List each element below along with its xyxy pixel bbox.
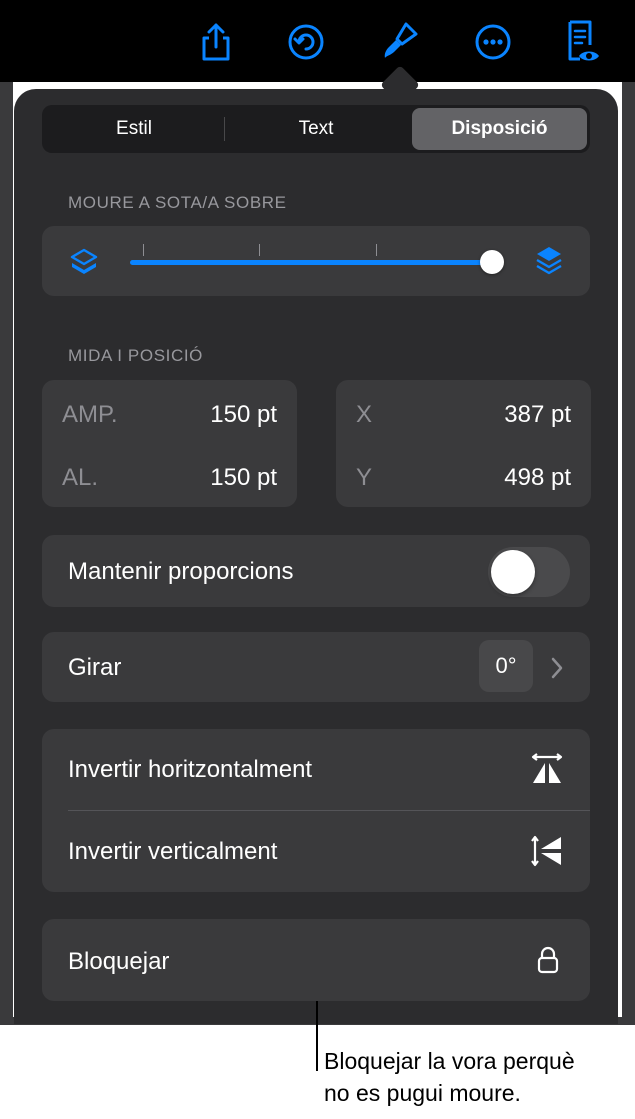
size-position-section-label: MIDA I POSICIÓ: [68, 346, 203, 365]
flip-vertical-icon: [530, 834, 564, 873]
background-gutter-right: [622, 82, 635, 1025]
tab-segmented-control: Estil Text Disposició: [42, 105, 590, 153]
toggle-knob: [491, 550, 535, 594]
reading-view-icon: [562, 19, 602, 65]
arrange-section-label: MOURE A SOTA/A SOBRE: [68, 193, 287, 212]
share-button[interactable]: [194, 18, 238, 66]
width-field[interactable]: 150 pt: [210, 401, 277, 429]
callout-text: Bloquejar la vora perquè no es pugui mou…: [324, 1045, 575, 1109]
rotate-value[interactable]: 0°: [479, 640, 533, 692]
callout-line-2: no es pugui moure.: [324, 1080, 521, 1106]
x-label: X: [356, 401, 373, 428]
rotate-label: Girar: [68, 654, 122, 681]
position-card: X 387 pt Y 498 pt: [336, 380, 591, 507]
share-icon: [198, 21, 234, 63]
undo-icon: [286, 22, 326, 62]
constrain-proportions-label: Mantenir proporcions: [68, 558, 294, 585]
slider-tick: [143, 244, 144, 256]
lock-row[interactable]: Bloquejar: [42, 919, 590, 1001]
tab-style[interactable]: Estil: [45, 108, 223, 150]
slider-track[interactable]: [130, 260, 494, 265]
callout-leader-line: [316, 1001, 318, 1071]
constrain-proportions-toggle[interactable]: [488, 547, 570, 597]
y-field[interactable]: 498 pt: [504, 464, 571, 492]
send-to-back-icon[interactable]: [68, 246, 100, 283]
slider-thumb[interactable]: [480, 250, 504, 274]
constrain-proportions-row: Mantenir proporcions: [42, 535, 590, 607]
toolbar: [0, 0, 635, 82]
flip-horizontal-row[interactable]: Invertir horitzontalment: [42, 729, 590, 810]
flip-vertical-label: Invertir verticalment: [68, 838, 278, 865]
arrange-slider-card: [42, 226, 590, 296]
flip-vertical-row[interactable]: Invertir verticalment: [42, 811, 590, 892]
slider-tick: [376, 244, 377, 256]
tab-divider: [224, 117, 225, 141]
width-label: AMP.: [62, 401, 118, 428]
format-popover: Estil Text Disposició MOURE A SOTA/A SOB…: [14, 89, 618, 1024]
height-field[interactable]: 150 pt: [210, 464, 277, 492]
flip-card: Invertir horitzontalment Invertir vertic…: [42, 729, 590, 892]
slider-tick: [259, 244, 260, 256]
more-icon: [473, 22, 513, 62]
flip-horizontal-icon: [530, 752, 564, 791]
flip-horizontal-label: Invertir horitzontalment: [68, 756, 313, 783]
rotate-row[interactable]: Girar 0°: [42, 632, 590, 702]
callout-line-1: Bloquejar la vora perquè: [324, 1048, 575, 1074]
format-button[interactable]: [378, 18, 422, 66]
undo-button[interactable]: [284, 18, 328, 66]
x-field[interactable]: 387 pt: [504, 401, 571, 429]
lock-icon: [536, 945, 560, 980]
tab-text[interactable]: Text: [226, 108, 406, 150]
reading-view-button[interactable]: [560, 18, 604, 66]
chevron-right-icon: [550, 656, 564, 685]
more-button[interactable]: [471, 18, 515, 66]
format-brush-icon: [380, 20, 420, 64]
height-label: AL.: [62, 464, 99, 491]
background-gutter-left: [0, 82, 13, 1025]
bring-to-front-icon[interactable]: [533, 244, 565, 281]
tab-arrange[interactable]: Disposició: [412, 108, 587, 150]
size-card: AMP. 150 pt AL. 150 pt: [42, 380, 297, 507]
y-label: Y: [356, 464, 373, 491]
lock-label: Bloquejar: [68, 948, 170, 975]
